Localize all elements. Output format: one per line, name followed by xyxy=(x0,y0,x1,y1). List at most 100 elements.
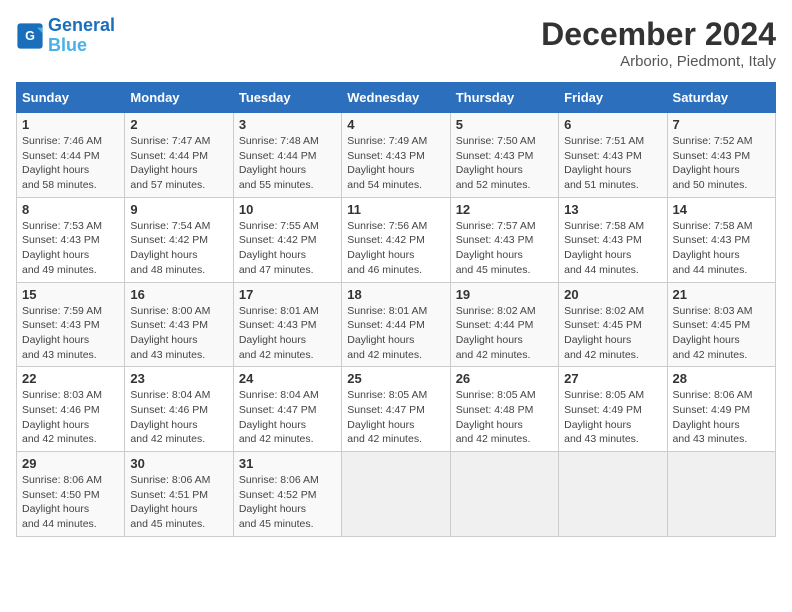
calendar-cell: 11 Sunrise: 7:56 AMSunset: 4:42 PMDaylig… xyxy=(342,197,450,282)
calendar-cell: 22 Sunrise: 8:03 AMSunset: 4:46 PMDaylig… xyxy=(17,367,125,452)
calendar-week-5: 29 Sunrise: 8:06 AMSunset: 4:50 PMDaylig… xyxy=(17,452,776,537)
day-number: 9 xyxy=(130,202,227,217)
day-number: 29 xyxy=(22,456,119,471)
day-number: 19 xyxy=(456,287,553,302)
day-info: Sunrise: 7:49 AMSunset: 4:43 PMDaylight … xyxy=(347,135,427,191)
calendar-cell: 25 Sunrise: 8:05 AMSunset: 4:47 PMDaylig… xyxy=(342,367,450,452)
calendar-week-2: 8 Sunrise: 7:53 AMSunset: 4:43 PMDayligh… xyxy=(17,197,776,282)
day-info: Sunrise: 7:58 AMSunset: 4:43 PMDaylight … xyxy=(673,220,753,276)
calendar-cell: 23 Sunrise: 8:04 AMSunset: 4:46 PMDaylig… xyxy=(125,367,233,452)
calendar-cell: 19 Sunrise: 8:02 AMSunset: 4:44 PMDaylig… xyxy=(450,282,558,367)
calendar-cell: 3 Sunrise: 7:48 AMSunset: 4:44 PMDayligh… xyxy=(233,113,341,198)
day-info: Sunrise: 8:01 AMSunset: 4:44 PMDaylight … xyxy=(347,305,427,361)
calendar-table: SundayMondayTuesdayWednesdayThursdayFrid… xyxy=(16,82,776,537)
day-info: Sunrise: 8:04 AMSunset: 4:47 PMDaylight … xyxy=(239,389,319,445)
calendar-cell: 26 Sunrise: 8:05 AMSunset: 4:48 PMDaylig… xyxy=(450,367,558,452)
day-number: 27 xyxy=(564,371,661,386)
calendar-cell: 20 Sunrise: 8:02 AMSunset: 4:45 PMDaylig… xyxy=(559,282,667,367)
day-info: Sunrise: 8:05 AMSunset: 4:48 PMDaylight … xyxy=(456,389,536,445)
day-number: 24 xyxy=(239,371,336,386)
day-info: Sunrise: 7:58 AMSunset: 4:43 PMDaylight … xyxy=(564,220,644,276)
day-number: 31 xyxy=(239,456,336,471)
day-info: Sunrise: 7:53 AMSunset: 4:43 PMDaylight … xyxy=(22,220,102,276)
calendar-cell: 5 Sunrise: 7:50 AMSunset: 4:43 PMDayligh… xyxy=(450,113,558,198)
day-info: Sunrise: 8:00 AMSunset: 4:43 PMDaylight … xyxy=(130,305,210,361)
calendar-cell: 17 Sunrise: 8:01 AMSunset: 4:43 PMDaylig… xyxy=(233,282,341,367)
day-info: Sunrise: 8:06 AMSunset: 4:52 PMDaylight … xyxy=(239,474,319,530)
calendar-cell xyxy=(342,452,450,537)
calendar-cell: 31 Sunrise: 8:06 AMSunset: 4:52 PMDaylig… xyxy=(233,452,341,537)
day-number: 3 xyxy=(239,117,336,132)
day-number: 1 xyxy=(22,117,119,132)
calendar-week-4: 22 Sunrise: 8:03 AMSunset: 4:46 PMDaylig… xyxy=(17,367,776,452)
calendar-cell: 18 Sunrise: 8:01 AMSunset: 4:44 PMDaylig… xyxy=(342,282,450,367)
calendar-body: 1 Sunrise: 7:46 AMSunset: 4:44 PMDayligh… xyxy=(17,113,776,537)
day-number: 10 xyxy=(239,202,336,217)
day-info: Sunrise: 7:51 AMSunset: 4:43 PMDaylight … xyxy=(564,135,644,191)
weekday-row: SundayMondayTuesdayWednesdayThursdayFrid… xyxy=(17,83,776,113)
calendar-week-1: 1 Sunrise: 7:46 AMSunset: 4:44 PMDayligh… xyxy=(17,113,776,198)
page-header: G General Blue December 2024 Arborio, Pi… xyxy=(16,16,776,70)
day-number: 8 xyxy=(22,202,119,217)
day-number: 21 xyxy=(673,287,770,302)
calendar-cell: 7 Sunrise: 7:52 AMSunset: 4:43 PMDayligh… xyxy=(667,113,775,198)
calendar-cell: 30 Sunrise: 8:06 AMSunset: 4:51 PMDaylig… xyxy=(125,452,233,537)
day-number: 20 xyxy=(564,287,661,302)
day-info: Sunrise: 7:46 AMSunset: 4:44 PMDaylight … xyxy=(22,135,102,191)
calendar-cell: 6 Sunrise: 7:51 AMSunset: 4:43 PMDayligh… xyxy=(559,113,667,198)
calendar-week-3: 15 Sunrise: 7:59 AMSunset: 4:43 PMDaylig… xyxy=(17,282,776,367)
day-number: 14 xyxy=(673,202,770,217)
day-info: Sunrise: 8:02 AMSunset: 4:44 PMDaylight … xyxy=(456,305,536,361)
day-number: 6 xyxy=(564,117,661,132)
calendar-cell: 12 Sunrise: 7:57 AMSunset: 4:43 PMDaylig… xyxy=(450,197,558,282)
weekday-header-tuesday: Tuesday xyxy=(233,83,341,113)
calendar-cell: 2 Sunrise: 7:47 AMSunset: 4:44 PMDayligh… xyxy=(125,113,233,198)
day-number: 22 xyxy=(22,371,119,386)
calendar-cell: 13 Sunrise: 7:58 AMSunset: 4:43 PMDaylig… xyxy=(559,197,667,282)
day-info: Sunrise: 7:52 AMSunset: 4:43 PMDaylight … xyxy=(673,135,753,191)
day-info: Sunrise: 7:55 AMSunset: 4:42 PMDaylight … xyxy=(239,220,319,276)
day-info: Sunrise: 8:03 AMSunset: 4:45 PMDaylight … xyxy=(673,305,753,361)
weekday-header-wednesday: Wednesday xyxy=(342,83,450,113)
day-info: Sunrise: 7:47 AMSunset: 4:44 PMDaylight … xyxy=(130,135,210,191)
day-number: 26 xyxy=(456,371,553,386)
calendar-cell: 21 Sunrise: 8:03 AMSunset: 4:45 PMDaylig… xyxy=(667,282,775,367)
day-number: 16 xyxy=(130,287,227,302)
day-number: 25 xyxy=(347,371,444,386)
weekday-header-thursday: Thursday xyxy=(450,83,558,113)
day-info: Sunrise: 7:54 AMSunset: 4:42 PMDaylight … xyxy=(130,220,210,276)
day-info: Sunrise: 7:48 AMSunset: 4:44 PMDaylight … xyxy=(239,135,319,191)
logo-icon: G xyxy=(16,22,44,50)
title-area: December 2024 Arborio, Piedmont, Italy xyxy=(541,16,776,70)
day-number: 18 xyxy=(347,287,444,302)
calendar-cell: 9 Sunrise: 7:54 AMSunset: 4:42 PMDayligh… xyxy=(125,197,233,282)
calendar-cell: 24 Sunrise: 8:04 AMSunset: 4:47 PMDaylig… xyxy=(233,367,341,452)
day-info: Sunrise: 8:06 AMSunset: 4:50 PMDaylight … xyxy=(22,474,102,530)
day-number: 4 xyxy=(347,117,444,132)
day-info: Sunrise: 8:01 AMSunset: 4:43 PMDaylight … xyxy=(239,305,319,361)
calendar-cell: 4 Sunrise: 7:49 AMSunset: 4:43 PMDayligh… xyxy=(342,113,450,198)
day-number: 17 xyxy=(239,287,336,302)
day-info: Sunrise: 8:04 AMSunset: 4:46 PMDaylight … xyxy=(130,389,210,445)
calendar-cell: 14 Sunrise: 7:58 AMSunset: 4:43 PMDaylig… xyxy=(667,197,775,282)
logo: G General Blue xyxy=(16,16,115,56)
day-info: Sunrise: 7:56 AMSunset: 4:42 PMDaylight … xyxy=(347,220,427,276)
day-info: Sunrise: 8:05 AMSunset: 4:47 PMDaylight … xyxy=(347,389,427,445)
calendar-cell: 1 Sunrise: 7:46 AMSunset: 4:44 PMDayligh… xyxy=(17,113,125,198)
logo-text: General Blue xyxy=(48,16,115,56)
day-number: 2 xyxy=(130,117,227,132)
calendar-cell: 27 Sunrise: 8:05 AMSunset: 4:49 PMDaylig… xyxy=(559,367,667,452)
day-number: 11 xyxy=(347,202,444,217)
calendar-cell: 10 Sunrise: 7:55 AMSunset: 4:42 PMDaylig… xyxy=(233,197,341,282)
day-info: Sunrise: 8:06 AMSunset: 4:49 PMDaylight … xyxy=(673,389,753,445)
calendar-cell: 15 Sunrise: 7:59 AMSunset: 4:43 PMDaylig… xyxy=(17,282,125,367)
calendar-cell: 28 Sunrise: 8:06 AMSunset: 4:49 PMDaylig… xyxy=(667,367,775,452)
day-number: 7 xyxy=(673,117,770,132)
weekday-header-sunday: Sunday xyxy=(17,83,125,113)
day-number: 13 xyxy=(564,202,661,217)
calendar-cell xyxy=(450,452,558,537)
svg-text:G: G xyxy=(25,29,35,43)
day-number: 23 xyxy=(130,371,227,386)
calendar-cell: 8 Sunrise: 7:53 AMSunset: 4:43 PMDayligh… xyxy=(17,197,125,282)
calendar-cell xyxy=(559,452,667,537)
